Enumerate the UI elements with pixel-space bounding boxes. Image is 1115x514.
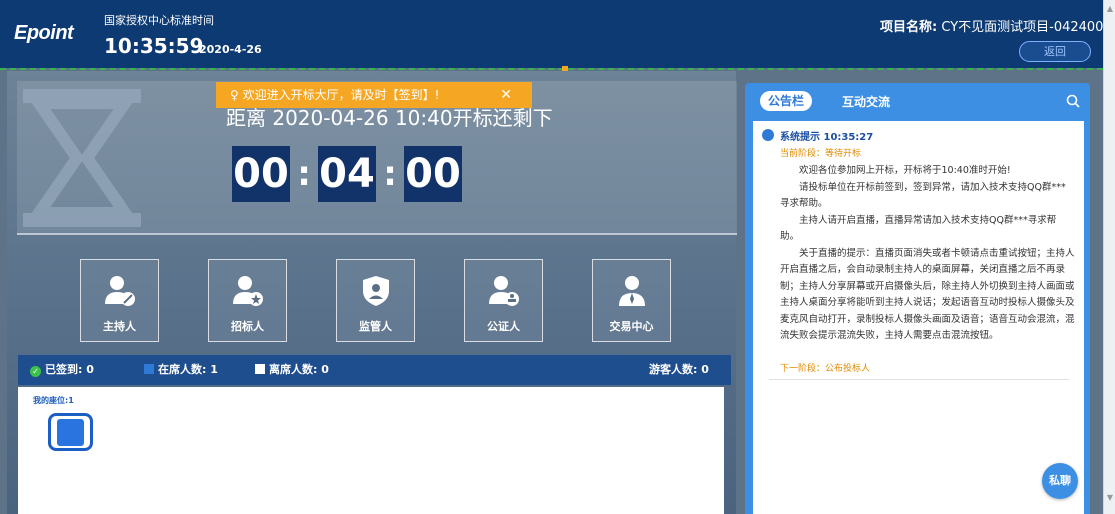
- system-notice-message: 欢迎各位参加网上开标，开标将于10:40准时开始! 请投标单位在开标前签到，签到…: [780, 163, 1075, 345]
- role-supervisor-button[interactable]: 监管人: [336, 259, 415, 342]
- hourglass-icon: [23, 89, 141, 227]
- role-label: 交易中心: [609, 320, 654, 333]
- tab-interaction[interactable]: 互动交流: [842, 93, 890, 110]
- page-scrollbar[interactable]: ▲ ▼: [1103, 0, 1115, 514]
- check-icon: ✓: [30, 366, 41, 377]
- supervisor-shield-icon: [363, 276, 389, 306]
- notice-paragraph: 关于直播的提示：直播页面消失或者卡顿请点击重试按钮；主持人开启直播之后，会自动录…: [780, 247, 1075, 342]
- notice-paragraph: 请投标单位在开标前签到，签到异常，请加入技术支持QQ群***寻求帮助。: [780, 181, 1066, 210]
- seat-status-bar: ✓ 已签到: 0 在席人数: 1 离席人数: 0 游客人数: 0: [18, 355, 731, 385]
- seat-area: [18, 387, 724, 514]
- role-trade-center-button[interactable]: 交易中心: [592, 259, 671, 342]
- role-tenderer-button[interactable]: 招标人: [208, 259, 287, 342]
- countdown-caption: 距离 2020-04-26 10:40开标还剩下: [226, 106, 553, 130]
- notice-paragraph: 欢迎各位参加网上开标，开标将于10:40准时开始!: [799, 165, 1011, 176]
- role-label: 监管人: [359, 320, 392, 333]
- role-label: 招标人: [231, 320, 264, 333]
- notary-icon: [489, 276, 519, 306]
- system-notice-title: 系统提示 10:35:27: [780, 132, 874, 143]
- scroll-down-icon[interactable]: ▼: [1107, 493, 1113, 502]
- toast-message: 欢迎进入开标大厅，请及时【签到】!: [242, 88, 440, 102]
- offline-count: 离席人数: 0: [255, 355, 329, 385]
- project-name-label: 项目名称:: [880, 20, 938, 35]
- search-icon[interactable]: [1066, 94, 1080, 108]
- project-name: 项目名称: CY不见面测试项目-0424001: [880, 16, 1112, 35]
- seat-fill: [57, 419, 84, 446]
- notice-list: 系统提示 10:35:27 当前阶段：等待开标 欢迎各位参加网上开标，开标将于1…: [753, 121, 1084, 514]
- role-label: 公证人: [487, 320, 520, 333]
- countdown-seconds: 00: [404, 146, 462, 202]
- my-seat-icon[interactable]: [48, 413, 93, 451]
- system-avatar-icon: [762, 129, 774, 141]
- bulb-icon: ♀: [230, 88, 243, 102]
- standard-time-label: 国家授权中心标准时间: [104, 14, 214, 27]
- role-notary-button[interactable]: 公证人: [464, 259, 543, 342]
- tenderer-icon: [233, 276, 263, 306]
- epoint-logo: Epoint: [14, 22, 74, 44]
- next-stage: 下一阶段：公布投标人: [780, 364, 871, 374]
- guest-count: 游客人数: 0: [649, 363, 709, 376]
- notice-divider: [769, 379, 1069, 380]
- notice-paragraph: 主持人请开启直播，直播异常请加入技术支持QQ群***寻求帮助。: [780, 214, 1057, 243]
- countdown-minutes: 04: [318, 146, 376, 202]
- online-square-icon: [144, 364, 154, 374]
- role-host-button[interactable]: 主持人: [80, 259, 159, 342]
- countdown-digits: 00 : 04 : 00: [232, 146, 462, 202]
- back-button[interactable]: 返回: [1019, 41, 1091, 62]
- countdown-colon: :: [383, 154, 397, 194]
- scroll-up-icon[interactable]: ▲: [1107, 4, 1113, 13]
- tab-notice-board[interactable]: 公告栏: [760, 91, 812, 111]
- notice-panel: 公告栏 互动交流 系统提示 10:35:27 当前阶段：等待开标 欢迎各位参加网…: [745, 83, 1090, 514]
- signed-count: ✓ 已签到: 0: [30, 355, 94, 385]
- offline-square-icon: [255, 364, 265, 374]
- online-count: 在席人数: 1: [144, 355, 218, 385]
- my-seat-label: 我的座位:1: [33, 396, 74, 405]
- standard-clock: 10:35:59: [104, 34, 204, 58]
- role-buttons: 主持人 招标人 监管人 公证人 交易中心: [80, 259, 671, 342]
- current-stage: 当前阶段：等待开标: [780, 149, 862, 159]
- standard-date: 2020-4-26: [199, 43, 262, 56]
- countdown-colon: :: [297, 154, 311, 194]
- trade-center-icon: [619, 276, 645, 306]
- top-header: Epoint 国家授权中心标准时间 10:35:59 2020-4-26 项目名…: [0, 0, 1112, 68]
- countdown-hours: 00: [232, 146, 290, 202]
- role-label: 主持人: [103, 320, 136, 333]
- private-chat-button[interactable]: 私聊: [1042, 463, 1078, 499]
- host-icon: [105, 276, 135, 306]
- project-name-value: CY不见面测试项目-0424001: [941, 20, 1112, 35]
